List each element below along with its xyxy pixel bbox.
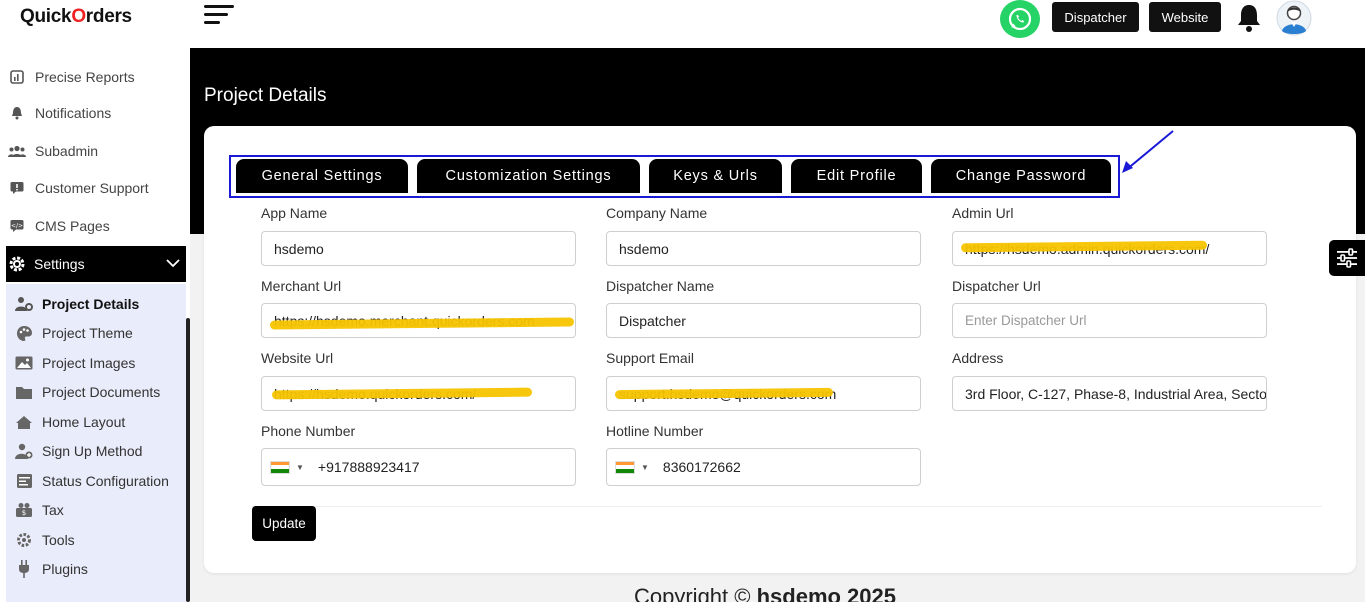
caret-down-icon[interactable]: ▼: [641, 463, 649, 472]
sidebar-item-subadmin[interactable]: Subadmin: [8, 136, 186, 166]
admin-url-label: Admin Url: [952, 205, 1014, 221]
image-icon: [14, 354, 34, 372]
sidebar-scrollbar[interactable]: [186, 318, 190, 602]
bell-icon: [8, 105, 26, 121]
svg-text:</>: </>: [11, 223, 23, 230]
tools-icon: [14, 531, 34, 549]
sidebar-item-plugins[interactable]: Plugins: [14, 556, 88, 582]
topbar: Dispatcher Website: [190, 0, 1365, 48]
company-name-input[interactable]: hsdemo: [606, 231, 921, 266]
address-label: Address: [952, 350, 1004, 366]
chart-icon: [8, 69, 26, 85]
website-url-input[interactable]: https://hsdemo.quickorders.com/: [261, 376, 576, 411]
annotation-arrow-icon: [1122, 130, 1174, 173]
app-logo[interactable]: QuickOrders: [20, 6, 132, 28]
sidebar-item-project-theme[interactable]: Project Theme: [14, 320, 133, 346]
plug-icon: [14, 560, 34, 578]
support-email-input[interactable]: support.hsdemo@quickorders.com: [606, 376, 921, 411]
gear-icon: [8, 255, 26, 273]
sidebar-item-project-documents[interactable]: Project Documents: [14, 379, 160, 405]
app-name-input[interactable]: hsdemo: [261, 231, 576, 266]
dispatcher-url-input[interactable]: Enter Dispatcher Url: [952, 303, 1267, 338]
merchant-url-input[interactable]: https://hsdemo.merchant.quickorders.com: [261, 303, 576, 338]
user-avatar[interactable]: [1276, 0, 1312, 36]
admin-url-input[interactable]: https://hsdemo.admin.quickorders.com/: [952, 231, 1267, 266]
tab-edit-profile[interactable]: Edit Profile: [791, 159, 922, 193]
website-url-label: Website Url: [261, 350, 334, 366]
user-gear-icon: [14, 295, 34, 313]
company-name-label: Company Name: [606, 205, 708, 221]
user-plus-icon: [14, 442, 34, 460]
dispatcher-name-label: Dispatcher Name: [606, 278, 715, 294]
sidebar-item-cms-pages[interactable]: </> CMS Pages: [8, 211, 186, 241]
footer-copyright: Copyright © hsdemo 2025: [634, 584, 896, 602]
india-flag-icon[interactable]: [270, 460, 290, 474]
dispatcher-name-input[interactable]: Dispatcher: [606, 303, 921, 338]
pages-icon: </>: [8, 218, 26, 234]
folder-icon: [14, 383, 34, 401]
notification-bell-icon[interactable]: [1236, 3, 1262, 38]
website-button[interactable]: Website: [1149, 2, 1221, 32]
config-icon: [14, 472, 34, 490]
svg-text:$: $: [22, 509, 26, 517]
sidebar-item-precise-reports[interactable]: Precise Reports: [8, 62, 186, 92]
phone-number-label: Phone Number: [261, 423, 356, 439]
update-button[interactable]: Update: [252, 506, 316, 541]
sidebar: QuickOrders Precise Reports Notification…: [0, 0, 190, 602]
dispatcher-button[interactable]: Dispatcher: [1052, 2, 1139, 32]
palette-icon: [14, 324, 34, 342]
caret-down-icon[interactable]: ▼: [296, 463, 304, 472]
phone-number-input[interactable]: ▼ +917888923417: [261, 448, 576, 486]
india-flag-icon[interactable]: [615, 460, 635, 474]
sidebar-item-project-images[interactable]: Project Images: [14, 350, 135, 376]
app-name-label: App Name: [261, 205, 328, 221]
settings-sliders-icon[interactable]: [1329, 240, 1365, 276]
tab-customization-settings[interactable]: Customization Settings: [417, 159, 640, 193]
sidebar-item-home-layout[interactable]: Home Layout: [14, 409, 125, 435]
chat-icon: [8, 180, 26, 196]
sidebar-item-tax[interactable]: $ Tax: [14, 497, 64, 523]
tax-icon: $: [14, 501, 34, 519]
sidebar-item-sign-up-method[interactable]: Sign Up Method: [14, 438, 142, 464]
sidebar-item-notifications[interactable]: Notifications: [8, 98, 186, 128]
whatsapp-icon[interactable]: [1000, 0, 1040, 38]
form-divider: [252, 506, 1322, 507]
sidebar-item-settings[interactable]: Settings: [6, 246, 186, 282]
support-email-label: Support Email: [606, 350, 694, 366]
redaction-mark: [271, 387, 533, 400]
tab-keys-urls[interactable]: Keys & Urls: [649, 159, 782, 193]
settings-submenu: Project Details Project Theme Project Im…: [6, 284, 186, 602]
tab-general-settings[interactable]: General Settings: [236, 159, 408, 193]
home-icon: [14, 413, 34, 431]
hotline-number-label: Hotline Number: [606, 423, 704, 439]
phone-number-value: +917888923417: [317, 459, 420, 475]
sidebar-item-tools[interactable]: Tools: [14, 527, 75, 553]
page-title: Project Details: [204, 85, 327, 106]
sidebar-item-customer-support[interactable]: Customer Support: [8, 173, 186, 203]
hamburger-menu-icon[interactable]: [204, 5, 236, 29]
hotline-number-value: 8360172662: [662, 459, 741, 475]
sidebar-item-project-details[interactable]: Project Details: [14, 291, 139, 317]
tab-change-password[interactable]: Change Password: [931, 159, 1111, 193]
hotline-number-input[interactable]: ▼ 8360172662: [606, 448, 921, 486]
sidebar-item-status-configuration[interactable]: Status Configuration: [14, 468, 169, 494]
address-input[interactable]: 3rd Floor, C-127, Phase-8, Industrial Ar…: [952, 376, 1267, 411]
chevron-down-icon: [166, 255, 180, 271]
merchant-url-label: Merchant Url: [261, 278, 342, 294]
users-icon: [8, 143, 26, 159]
dispatcher-url-label: Dispatcher Url: [952, 278, 1041, 294]
